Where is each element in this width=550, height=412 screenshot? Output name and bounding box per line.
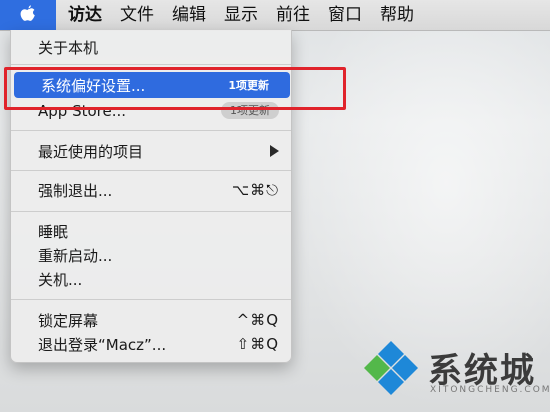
menu-item-sleep[interactable]: 睡眠	[11, 219, 291, 243]
apple-logo-icon	[20, 5, 35, 21]
menu-item-label: 强制退出...	[38, 181, 113, 200]
menu-window[interactable]: 窗口	[319, 0, 371, 30]
menu-view[interactable]: 显示	[215, 0, 267, 30]
menu-separator	[11, 130, 291, 131]
menu-item-label: 关于本机	[38, 38, 99, 57]
keyboard-shortcut: ⇧⌘Q	[236, 335, 279, 353]
menu-item-label: 退出登录“Macz”...	[38, 335, 167, 354]
keyboard-shortcut: ^⌘Q	[236, 311, 279, 329]
chevron-right-icon	[270, 145, 279, 157]
watermark-logo-icon	[364, 341, 418, 395]
keyboard-shortcut: ⌥⌘⎋	[231, 181, 279, 199]
menu-file[interactable]: 文件	[111, 0, 163, 30]
menu-help[interactable]: 帮助	[371, 0, 423, 30]
menu-separator	[11, 211, 291, 212]
menu-edit[interactable]: 编辑	[163, 0, 215, 30]
menu-go[interactable]: 前往	[267, 0, 319, 30]
menu-item-label: 锁定屏幕	[38, 311, 99, 330]
site-watermark: 系统城 XITONGCHENG.COM	[356, 333, 550, 403]
menu-item-log-out[interactable]: 退出登录“Macz”... ⇧⌘Q	[11, 332, 291, 356]
annotation-highlight-box	[4, 67, 346, 110]
menu-item-shutdown[interactable]: 关机...	[11, 267, 291, 291]
menu-bar: 访达 文件 编辑 显示 前往 窗口 帮助	[0, 0, 550, 31]
menu-separator	[11, 170, 291, 171]
menu-item-about[interactable]: 关于本机	[11, 35, 291, 59]
watermark-subtitle: XITONGCHENG.COM	[430, 385, 550, 395]
menu-item-label: 最近使用的项目	[38, 142, 144, 161]
menu-finder[interactable]: 访达	[56, 0, 111, 30]
apple-menu-button[interactable]	[0, 0, 56, 30]
menu-item-recent-items[interactable]: 最近使用的项目	[11, 139, 291, 163]
menu-item-label: 睡眠	[38, 222, 69, 241]
menu-item-label: 重新启动...	[38, 246, 113, 265]
menu-item-force-quit[interactable]: 强制退出... ⌥⌘⎋	[11, 178, 291, 202]
menu-separator	[11, 299, 291, 300]
menu-item-label: 关机...	[38, 270, 83, 289]
menu-separator	[11, 64, 291, 65]
menu-item-lock-screen[interactable]: 锁定屏幕 ^⌘Q	[11, 308, 291, 332]
menu-item-restart[interactable]: 重新启动...	[11, 243, 291, 267]
